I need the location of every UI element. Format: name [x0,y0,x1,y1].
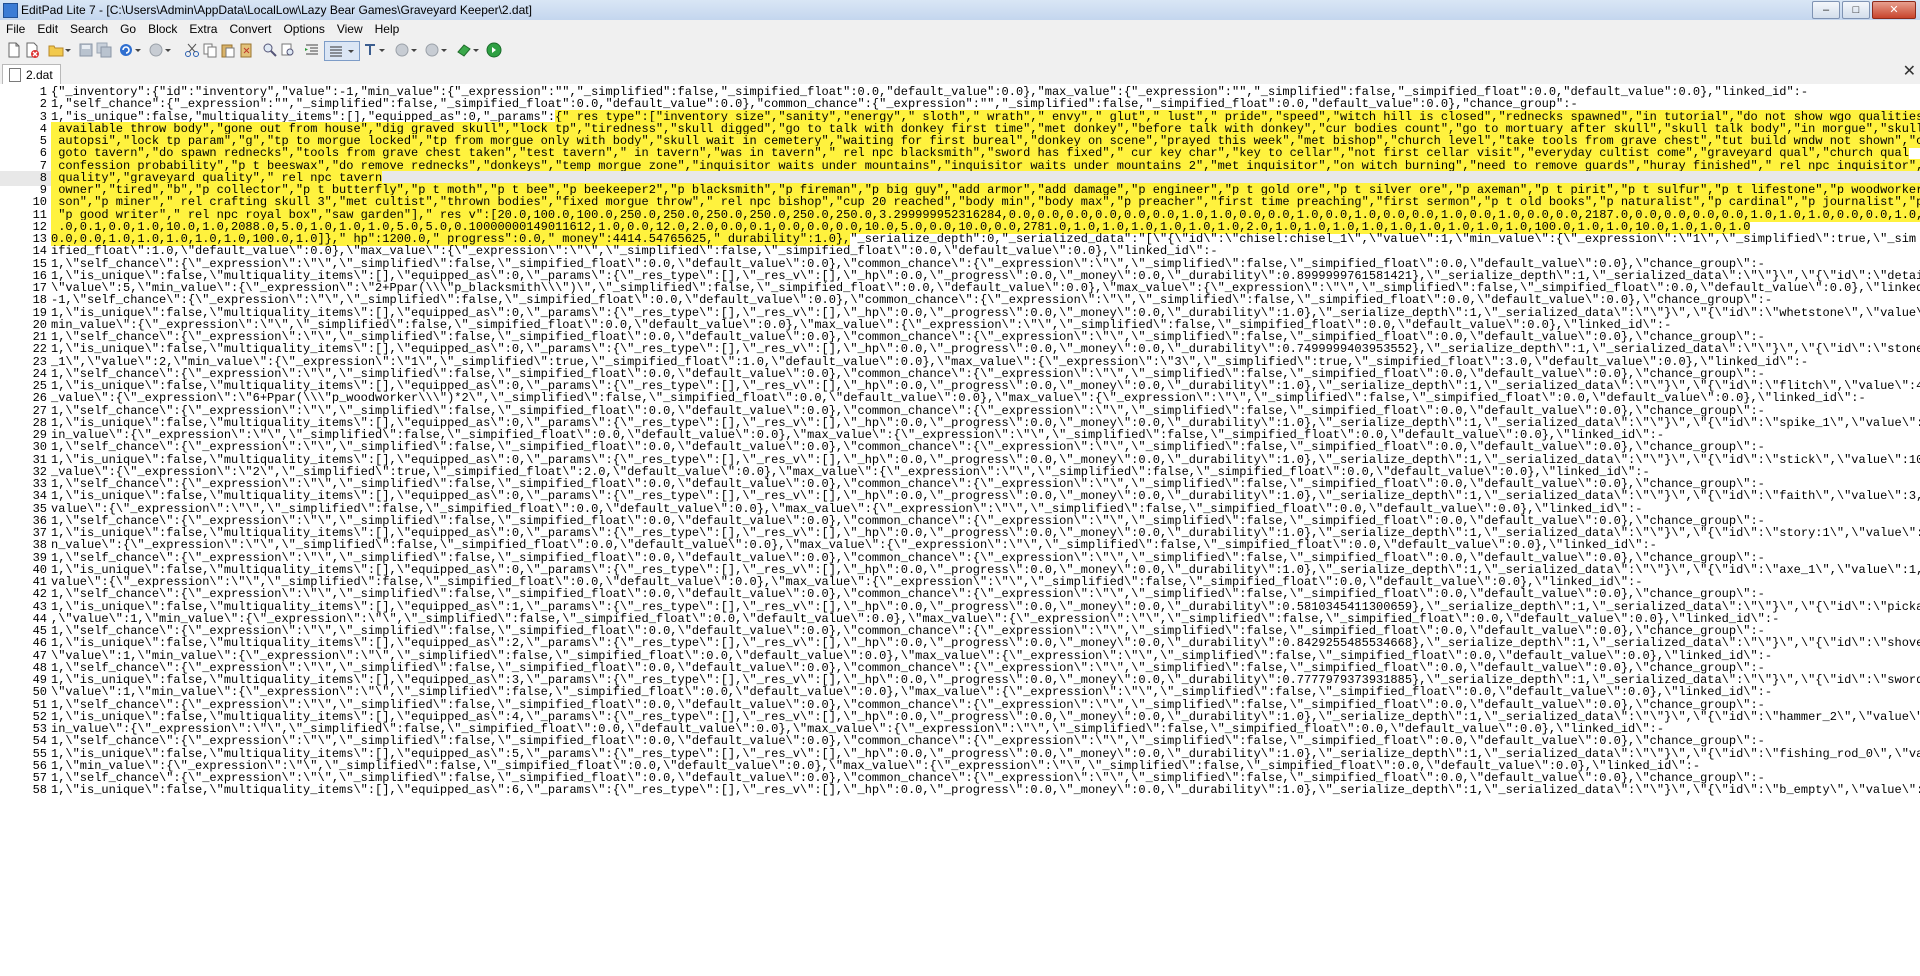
block-indent-icon[interactable] [304,42,320,58]
menu-extra[interactable]: Extra [183,20,223,38]
save-icon[interactable] [78,42,94,58]
close-file-icon[interactable] [24,42,40,58]
maximize-icon[interactable]: □ [1842,1,1870,19]
minimize-icon[interactable]: – [1812,1,1840,19]
text-options-icon[interactable] [362,42,378,58]
menu-options[interactable]: Options [277,20,330,38]
line-numbers-toggle[interactable] [324,41,360,61]
line-numbers-dropdown-icon [348,50,354,53]
history-dropdown-icon[interactable] [164,42,172,58]
menu-block[interactable]: Block [142,20,183,38]
reload-dropdown-icon[interactable] [134,42,142,58]
window-title: EditPad Lite 7 - [C:\Users\Admin\AppData… [21,3,532,17]
tab-2-dat[interactable]: 2.dat [2,64,61,84]
palette-dropdown-icon[interactable] [472,42,480,58]
spellcheck-dropdown-icon[interactable] [410,42,418,58]
open-dropdown-icon[interactable] [64,42,72,58]
color-palette-icon[interactable] [456,42,472,58]
history-icon[interactable] [148,42,164,58]
text-editor[interactable]: 1 {"_inventory":{"id":"inventory","value"… [0,84,1920,976]
menu-search[interactable]: Search [64,20,114,38]
copy-icon[interactable] [202,42,218,58]
editor-line[interactable]: 58 1,\"is_unique\":false,\"multiquality_i… [0,783,1920,798]
clipboard-icon[interactable] [238,42,254,58]
new-file-icon[interactable] [6,42,22,58]
replace-icon[interactable] [280,42,296,58]
close-window-icon[interactable]: ✕ [1872,1,1916,19]
menu-file[interactable]: File [0,20,31,38]
menu-help[interactable]: Help [369,20,406,38]
save-all-icon[interactable] [96,42,112,58]
web-icon[interactable] [486,42,502,58]
line-number: 58 [32,783,47,798]
menu-edit[interactable]: Edit [31,20,64,38]
paste-icon[interactable] [220,42,236,58]
find-icon[interactable] [262,42,278,58]
menu-view[interactable]: View [331,20,369,38]
menu-convert[interactable]: Convert [223,20,277,38]
spellcheck-icon[interactable] [394,42,410,58]
text-segment: 1,\"is_unique\":false,\"multiquality_ite… [51,783,1920,798]
menu-go[interactable]: Go [114,20,142,38]
text-options-dropdown-icon[interactable] [378,42,386,58]
close-tab-icon[interactable]: ✕ [1903,63,1916,81]
tab-label: 2.dat [26,67,53,82]
reload-icon[interactable] [118,42,134,58]
toolbar [0,38,1920,63]
macro-dropdown-icon[interactable] [440,42,448,58]
cut-icon[interactable] [184,42,200,58]
app-icon [3,3,18,18]
line-text: 1,\"is_unique\":false,\"multiquality_ite… [51,783,1920,798]
menu-bar: File Edit Search Go Block Extra Convert … [0,20,1920,38]
record-macro-icon[interactable] [424,42,440,58]
title-bar: EditPad Lite 7 - [C:\Users\Admin\AppData… [0,0,1920,21]
tab-bar: 2.dat ✕ [0,62,1920,85]
line-numbers-icon [330,46,342,57]
file-icon [9,67,21,82]
open-folder-icon[interactable] [48,42,64,58]
window-controls: – □ ✕ [1810,1,1916,19]
